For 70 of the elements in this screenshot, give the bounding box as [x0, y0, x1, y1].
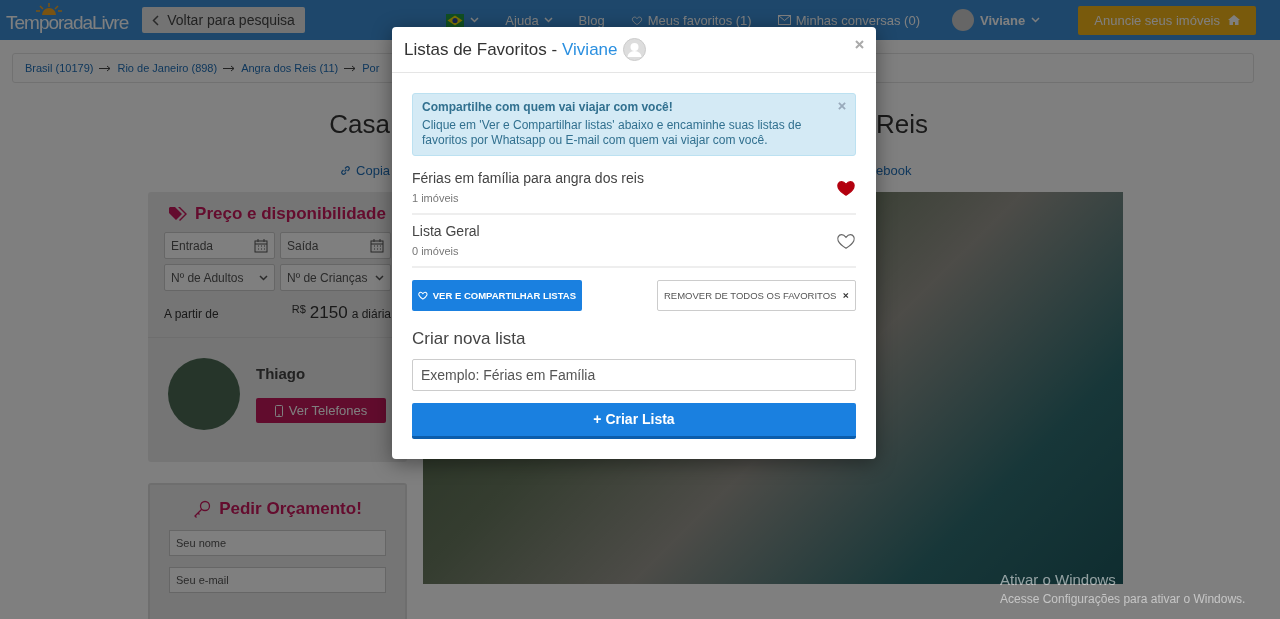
chevron-down-icon	[259, 274, 268, 281]
text-field[interactable]: Seu nome	[169, 530, 386, 556]
caret-icon	[470, 17, 480, 23]
list-count: 0 imóveis	[412, 245, 460, 258]
tag-icon	[169, 207, 188, 221]
nav-link[interactable]: Blog	[578, 12, 605, 28]
create-list-button[interactable]: + Criar Lista	[412, 402, 856, 439]
breadcrumb-link[interactable]: Rio de Janeiro (898)	[117, 62, 218, 74]
calendar-icon	[254, 238, 268, 253]
arrow-right-icon	[99, 64, 112, 72]
user-menu[interactable]: Viviane	[951, 9, 1041, 31]
checkin-field[interactable]: Entrada	[164, 232, 275, 259]
remove-all-button[interactable]: REMOVER DE TODOS OS FAVORITOS	[657, 279, 856, 311]
close-button[interactable]	[838, 102, 846, 110]
heart-icon	[630, 14, 643, 26]
children-select[interactable]: Nº de Crianças	[280, 264, 391, 291]
chevron-down-icon	[375, 274, 384, 281]
list-name[interactable]: Férias em família para angra dos reis	[412, 170, 644, 187]
avatar-icon	[622, 38, 646, 61]
host-name: Thiago	[256, 365, 307, 382]
page-title: Casa	[329, 109, 391, 141]
heart-icon[interactable]	[836, 231, 856, 250]
caret-icon	[1031, 17, 1041, 23]
user-name[interactable]: Viviane	[562, 39, 618, 60]
alert-heading: Compartilhe com quem vai viajar com você!	[422, 100, 674, 116]
nav-link[interactable]: Ajuda	[505, 12, 553, 28]
language-selector[interactable]	[446, 13, 480, 27]
phones-button[interactable]: Ver Telefones	[256, 398, 386, 423]
back-button[interactable]: Voltar para pesquisa	[142, 7, 305, 33]
chevron-left-icon	[152, 14, 160, 26]
calendar-icon	[370, 238, 384, 253]
phone-icon	[274, 404, 283, 417]
caret-icon	[543, 17, 553, 23]
list-count: 1 imóveis	[412, 192, 460, 205]
currency-label: R$	[291, 303, 306, 315]
section-heading: Pedir Orçamento!	[219, 499, 362, 519]
breadcrumb-link[interactable]: Brasil (10179)	[25, 62, 94, 74]
site-logo[interactable]: TemporadaLivre	[6, 6, 129, 34]
checkout-field[interactable]: Saída	[280, 232, 391, 259]
key-icon	[193, 500, 212, 518]
close-button[interactable]	[855, 40, 864, 49]
nav-link[interactable]: Minhas conversas (0)	[777, 12, 920, 28]
share-link[interactable]: Copia	[340, 161, 392, 179]
breadcrumb-link[interactable]: Angra dos Reis (11)	[241, 62, 339, 74]
list-name-field[interactable]: Exemplo: Férias em Família	[412, 358, 856, 391]
share-link[interactable]: ebook	[876, 161, 1280, 179]
home-icon	[1228, 15, 1240, 25]
arrow-right-icon	[344, 64, 357, 72]
text-field[interactable]: Seu e-mail	[169, 567, 386, 593]
price-unit: a diária	[351, 307, 391, 321]
price-value: 2150	[309, 303, 348, 323]
activation-notice: Acesse Configurações para ativar o Windows.	[1000, 592, 1246, 606]
page-title: Reis	[876, 109, 929, 141]
heart-icon[interactable]	[836, 178, 856, 197]
arrow-right-icon	[223, 64, 236, 72]
envelope-icon	[777, 15, 791, 25]
price-label: A partir de	[164, 307, 219, 321]
list-name[interactable]: Lista Geral	[412, 223, 480, 240]
alert-text: Clique em 'Ver e Compartilhar listas' abaixo e encaminhe suas listas de favoritos por Whatsapp ou E-mail com quem vai viajar com você.	[422, 117, 803, 149]
dialog-title: Listas de Favoritos -	[404, 39, 558, 60]
section-heading: Criar nova lista	[412, 328, 527, 349]
section-heading: Preço e disponibilidade	[195, 204, 386, 224]
flag-icon	[446, 13, 465, 27]
adults-select[interactable]: Nº de Adultos	[164, 264, 275, 291]
activation-notice: Ativar o Windows	[1000, 571, 1117, 588]
link-icon	[340, 164, 352, 176]
close-icon	[843, 291, 849, 299]
breadcrumb-link[interactable]: Por	[362, 62, 380, 74]
share-lists-button[interactable]: VER E COMPARTILHAR LISTAS	[412, 279, 582, 311]
heart-icon	[418, 290, 428, 301]
